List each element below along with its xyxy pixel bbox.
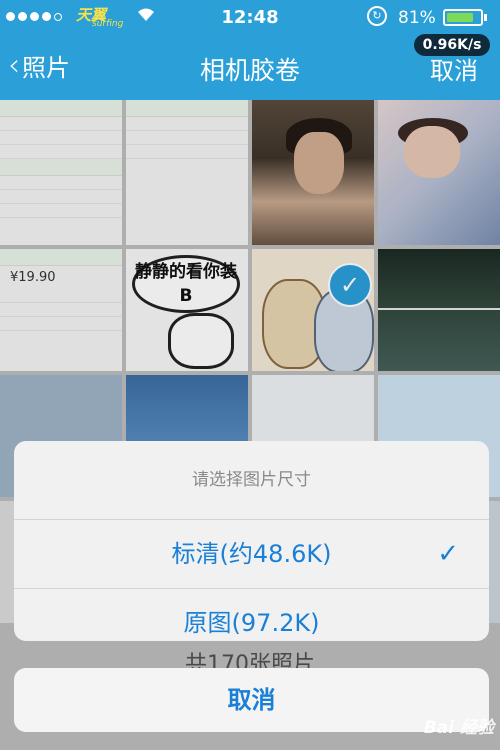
action-sheet-prompt: 请选择图片尺寸: [14, 441, 489, 520]
page-title: 相机胶卷: [199, 56, 300, 85]
size-option-standard[interactable]: 标清(约48.6K) ✓: [14, 520, 489, 588]
size-option-original[interactable]: 原图(97.2K): [14, 588, 489, 641]
status-bar: 天翼 surfing 12:48 ↻ 81%: [0, 0, 500, 34]
size-option-label: 标清(约48.6K): [171, 540, 332, 568]
watermark-logo: Bai 经验: [423, 718, 494, 738]
cancel-button-top[interactable]: 取消: [430, 51, 478, 86]
image-size-action-sheet: 请选择图片尺寸 标清(约48.6K) ✓ 原图(97.2K): [14, 441, 489, 641]
size-option-label: 原图(97.2K): [183, 609, 320, 637]
checkmark-icon: ✓: [437, 539, 459, 569]
battery-tip: [484, 14, 487, 21]
rotation-lock-icon: ↻: [367, 6, 387, 26]
network-speed-badge: 0.96K/s: [414, 34, 490, 56]
cancel-button[interactable]: 取消: [14, 668, 489, 732]
battery-icon: [443, 9, 483, 26]
battery-percent: 81%: [398, 8, 436, 28]
